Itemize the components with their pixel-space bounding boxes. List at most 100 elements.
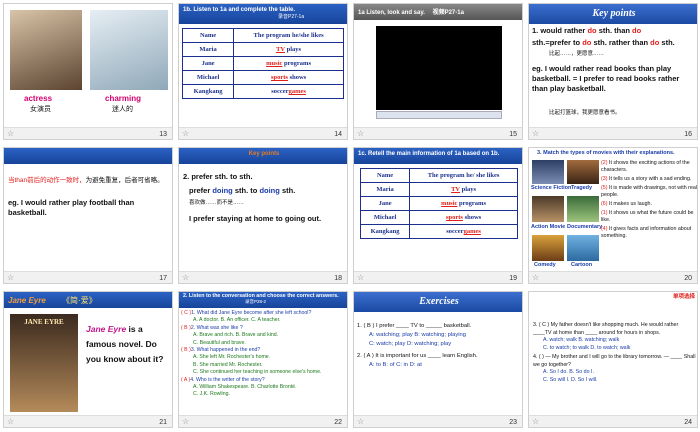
list-item: (2) It shows the exciting actions of the…: [601, 160, 690, 173]
exercise-list: 1. ( B ) I prefer ____ TV to _____ baske…: [357, 322, 521, 370]
star-icon: ☆: [7, 273, 15, 282]
list-item: C. to watch; to walk D. to watch; walk: [543, 344, 631, 351]
slide-16[interactable]: Key points 1. would rather do sth. than …: [528, 3, 698, 140]
program-table: Name The program he/ she likes Maria TV pl…: [359, 168, 518, 239]
slide-17[interactable]: 当than前后的动作一致时，为避免重复，后者可省略。 eg. I would r…: [3, 147, 173, 284]
note-line: 当than前后的动作一致时，为避免重复，后者可省略。: [8, 177, 164, 184]
list-item: C. She continued her teaching in someone…: [193, 369, 322, 376]
slide-15[interactable]: 1a Listen, look and say. 视频P27-1a ☆ 15: [353, 3, 523, 140]
star-icon: ☆: [7, 129, 15, 138]
star-icon: ☆: [532, 129, 540, 138]
slide-footer: ☆ 15: [354, 127, 522, 139]
star-icon: ☆: [532, 273, 540, 282]
rule-line-1: 1. would rather do sth. than do: [532, 26, 642, 35]
movie-label: Cartoon: [571, 262, 593, 268]
list-item: C. Beautiful and brave.: [193, 339, 246, 346]
list-item: A: to B: of C: in D: at: [369, 362, 422, 368]
slide-14[interactable]: 1b. Listen to 1a and complete the table.…: [178, 3, 348, 140]
example-sentence: eg. I would rather play football than ba…: [8, 198, 135, 217]
intro-text: Jane Eyre is a famous novel. Do you know…: [86, 324, 164, 364]
slide-24[interactable]: 单项选择 3. ( C ) My father doesn't like sho…: [528, 291, 698, 428]
slide-number: 14: [334, 131, 342, 138]
slide-title: Key points: [248, 151, 280, 157]
slide-18[interactable]: Key points 2. prefer sth. to sth. prefer…: [178, 147, 348, 284]
explanation-list: (2) It shows the exciting actions of the…: [601, 160, 697, 240]
slide-header: Key points: [179, 148, 347, 164]
slide-number: 22: [334, 419, 342, 426]
slide-19[interactable]: 1c. Retell the main information of 1a ba…: [353, 147, 523, 284]
list-item: C. J.K. Rowling.: [193, 391, 230, 398]
video-player[interactable]: [376, 26, 502, 110]
col-program: The program he/ she likes: [409, 168, 518, 183]
star-icon: ☆: [532, 417, 540, 426]
col-program: The program he/she likes: [233, 28, 344, 43]
rule-cn: 比起……，更愿意……: [549, 51, 605, 57]
slide-header: 1a Listen, look and say. 视频P27-1a: [354, 4, 522, 20]
slide-number: 18: [334, 275, 342, 282]
slide-footer: ☆ 18: [179, 271, 347, 283]
slide-13[interactable]: actress 女演员 charming 迷人的 ☆ 13: [3, 3, 173, 140]
table-row: Jane music programs: [359, 196, 518, 211]
rule-line-1: 2. prefer sth. to sth.: [183, 172, 253, 181]
slide-number: 17: [159, 275, 167, 282]
charming-word: charming: [105, 94, 142, 103]
list-item: 1. ( B ) I prefer ____ TV to _____ baske…: [357, 323, 472, 329]
question-list: ( C )1. What did Jane Eyre become after …: [181, 310, 347, 399]
program-table: Name The program he/she likes Maria TV pla…: [181, 28, 344, 99]
charming-cn: 迷人的: [112, 106, 133, 113]
slide-footer: ☆ 21: [4, 415, 172, 427]
slide-20[interactable]: 3. Match the types of movies with their …: [528, 147, 698, 284]
slide-number: 19: [509, 275, 517, 282]
star-icon: ☆: [357, 417, 365, 426]
book-cover: JANE EYRE: [10, 314, 78, 412]
list-item: ( B )3. What happened in the end?: [181, 347, 261, 354]
list-item: A. A doctor. B. An officer. C. A teacher…: [193, 317, 281, 324]
list-item: (6) It makes us laugh.: [601, 201, 652, 207]
slide-header: 2. Listen to the conversation and choose…: [179, 292, 347, 308]
slide-22[interactable]: 2. Listen to the conversation and choose…: [178, 291, 348, 428]
slide-number: 13: [159, 131, 167, 138]
list-item: C. So will I. D. So I will.: [543, 376, 598, 383]
slide-number: 24: [684, 419, 692, 426]
movie-thumb: [532, 196, 564, 222]
movie-label: Action Movie: [531, 224, 566, 230]
list-item: A. So I do. B. So do I.: [543, 369, 594, 375]
slide-number: 15: [509, 131, 517, 138]
star-icon: ☆: [182, 129, 190, 138]
movie-label: Documentary: [567, 224, 603, 230]
video-label: 视频P27-1a: [432, 10, 464, 16]
list-item: (5) It is made with drawings, not with r…: [601, 185, 697, 198]
slide-footer: ☆ 23: [354, 415, 522, 427]
slide-footer: ☆ 17: [4, 271, 172, 283]
rule-line-2: prefer doing sth. to doing sth.: [189, 186, 296, 195]
table-row: Michael sports shows: [181, 70, 344, 85]
slide-header: 1b. Listen to 1a and complete the table.…: [179, 4, 347, 24]
list-item: ( B )2. What was she like ?: [181, 324, 243, 331]
list-item: 4. ( ) — My brother and I will go to the…: [533, 354, 696, 368]
slide-header: 1c. Retell the main information of 1a ba…: [354, 148, 522, 164]
rule-cn: 喜欢做……而不是……: [189, 200, 245, 206]
slide-footer: ☆ 13: [4, 127, 172, 139]
slide-23[interactable]: Exercises 1. ( B ) I prefer ____ TV to _…: [353, 291, 523, 428]
list-item: A. Brave and rich. B. Brave and kind.: [193, 332, 279, 339]
table-row: Michael sports shows: [359, 210, 518, 225]
star-icon: ☆: [357, 129, 365, 138]
section-tag: 单项选择: [672, 294, 695, 300]
actress-cn: 女演员: [30, 106, 51, 113]
slide-21[interactable]: Jane Eyre 《简·爱》 JANE EYRE Jane Eyre is a…: [3, 291, 173, 428]
list-item: ( C )1. What did Jane Eyre become after …: [181, 310, 312, 316]
video-progress-bar[interactable]: [376, 111, 502, 119]
charming-photo: [90, 10, 168, 90]
slide-title-cn: 《简·爱》: [62, 296, 97, 305]
example-cn: 比起打篮球，我更愿意看书。: [549, 110, 621, 116]
movie-label: Science Fiction: [531, 185, 572, 191]
slide-number: 21: [159, 419, 167, 426]
slide-footer: ☆ 19: [354, 271, 522, 283]
audio-label: 录音P27-1a: [278, 14, 305, 20]
list-item: (4) It gives facts and information about…: [601, 226, 692, 239]
list-item: (1) It shows us what the future could be…: [601, 210, 694, 223]
exercise-list: 3. ( C ) My father doesn't like shopping…: [533, 322, 696, 384]
slide-footer: ☆ 22: [179, 415, 347, 427]
slide-number: 20: [684, 275, 692, 282]
list-item: A. She left Mr. Rochester's home.: [193, 354, 271, 361]
